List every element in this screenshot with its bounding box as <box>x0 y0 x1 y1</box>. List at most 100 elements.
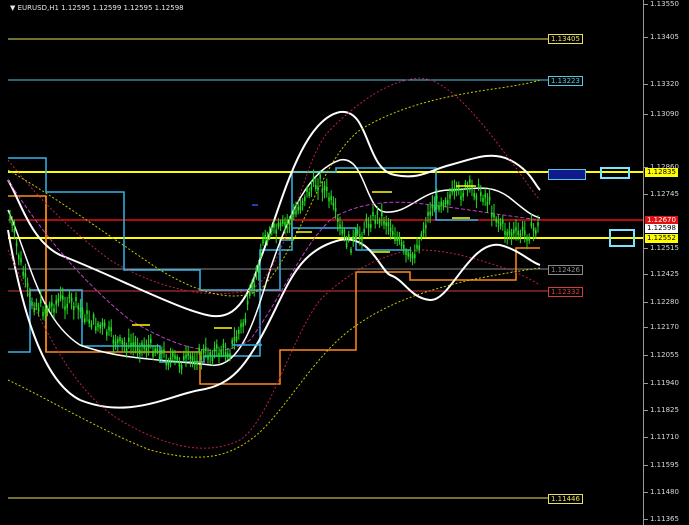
price-tick-label: 1.12515 <box>650 244 679 252</box>
candle-body <box>198 347 200 352</box>
candle-body <box>282 219 284 224</box>
level-tag-1-11446[interactable]: 1.11446 <box>548 494 583 504</box>
candle-body <box>251 284 253 289</box>
candle-body <box>253 283 255 288</box>
price-tick-label: 1.13090 <box>650 110 679 118</box>
candle-body <box>11 221 13 226</box>
candle-body <box>493 213 495 218</box>
candle-body <box>29 292 31 297</box>
candle-body <box>383 220 385 225</box>
candle-body <box>341 229 343 234</box>
candle-body <box>128 337 130 342</box>
candle-body <box>268 234 271 239</box>
price-tick-label: 1.11595 <box>650 461 679 469</box>
envelope-yellow-upper <box>7 79 541 297</box>
candle-body <box>231 340 233 345</box>
price-tick-mark <box>644 302 648 303</box>
chart-window[interactable]: ▼ EURUSD,H1 1.12595 1.12599 1.12595 1.12… <box>0 0 689 525</box>
candle-body <box>77 305 79 310</box>
candle-body <box>238 329 240 334</box>
candle-body <box>447 200 449 205</box>
candle-body <box>326 186 328 191</box>
band-upper-white <box>7 110 541 318</box>
zone-box-upper[interactable] <box>600 167 630 179</box>
price-axis[interactable]: 1.13550 1.13405 1.13320 1.13090 1.12860 1.127… <box>643 0 689 525</box>
candle-body <box>528 236 530 241</box>
candle-body <box>9 216 11 221</box>
candle-body <box>513 229 515 234</box>
candle-body <box>174 355 176 360</box>
candle-body <box>64 306 66 311</box>
candle-body <box>55 300 57 305</box>
candle-body <box>290 215 293 220</box>
candle-body <box>224 352 227 357</box>
candlestick-series[interactable] <box>9 169 539 375</box>
price-tick-label: 1.11825 <box>650 406 679 414</box>
candle-body <box>460 195 462 200</box>
candle-body <box>227 353 229 358</box>
candle-body <box>70 297 73 302</box>
candle-body <box>352 235 354 240</box>
candle-body <box>433 206 436 211</box>
level-tag-1-12332[interactable]: 1.12332 <box>548 287 583 297</box>
candle-body <box>506 231 508 236</box>
price-badge-current: 1.12598 <box>645 224 678 233</box>
candle-body <box>537 222 539 227</box>
price-tick-label: 1.13405 <box>650 33 679 41</box>
candle-body <box>429 211 431 216</box>
candle-body <box>365 218 368 223</box>
candle-body <box>431 204 434 209</box>
price-tick-mark <box>644 4 648 5</box>
candle-body <box>255 267 258 272</box>
candle-body <box>451 188 453 193</box>
zone-box-lower[interactable] <box>609 229 635 247</box>
level-tag-1-13223[interactable]: 1.13223 <box>548 76 583 86</box>
candle-body <box>396 236 398 241</box>
candle-body <box>321 188 324 193</box>
level-tag-1-12426[interactable]: 1.12426 <box>548 265 583 275</box>
candle-body <box>180 365 183 370</box>
candle-body <box>427 211 429 216</box>
candle-body <box>348 234 350 239</box>
candle-body <box>249 291 251 296</box>
candle-body <box>216 344 218 349</box>
candle-body <box>339 224 341 229</box>
candle-body <box>62 295 64 300</box>
level-tag-1-13405[interactable]: 1.13405 <box>548 34 583 44</box>
candle-body <box>233 337 236 342</box>
candle-body <box>178 362 181 367</box>
candle-body <box>130 342 132 347</box>
candle-body <box>156 348 159 353</box>
level-tag-blue-box[interactable] <box>548 169 586 180</box>
candle-body <box>246 300 249 305</box>
candle-body <box>185 354 187 359</box>
candle-body <box>40 299 42 304</box>
candle-body <box>469 179 471 184</box>
candle-body <box>31 301 33 306</box>
candle-body <box>330 195 332 200</box>
price-tick-mark <box>644 492 648 493</box>
candle-body <box>125 348 128 353</box>
candle-body <box>79 307 82 312</box>
candle-body <box>172 352 174 357</box>
price-tick-mark <box>644 84 648 85</box>
candle-body <box>112 339 115 344</box>
candle-body <box>414 254 416 259</box>
candle-body <box>482 197 484 202</box>
candle-body <box>163 349 165 354</box>
candle-body <box>229 353 231 358</box>
candle-body <box>145 347 148 352</box>
price-chart-canvas[interactable] <box>0 0 643 525</box>
candle-body <box>497 219 500 224</box>
candle-body <box>315 185 317 190</box>
candle-body <box>260 252 262 257</box>
candle-body <box>119 337 121 342</box>
price-tick-label: 1.12280 <box>650 298 679 306</box>
candle-body <box>154 348 156 353</box>
candle-body <box>271 227 273 232</box>
candle-body <box>132 342 134 347</box>
candle-body <box>378 219 381 224</box>
candle-body <box>37 307 40 312</box>
candle-body <box>473 193 475 198</box>
candle-body <box>356 229 359 234</box>
